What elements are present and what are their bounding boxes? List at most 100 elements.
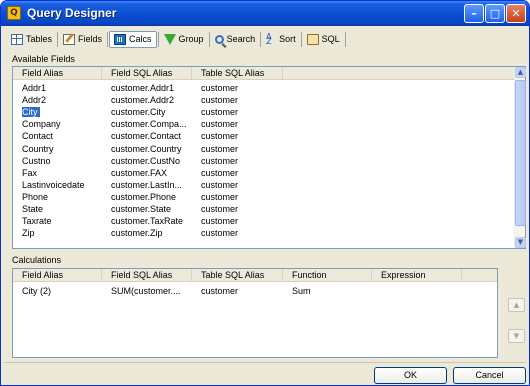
search-icon xyxy=(214,34,224,44)
table-row[interactable]: Country customer.Country customer xyxy=(13,143,525,155)
cell-text: Addr1 xyxy=(22,83,47,93)
field-sql-alias-cell: customer.Zip xyxy=(111,227,197,239)
toolbar-separator xyxy=(57,31,59,47)
cell-text: customer.Addr2 xyxy=(111,95,175,106)
tables-tab-label: Tables xyxy=(26,34,53,44)
table-row[interactable]: Addr2 customer.Addr2 customer xyxy=(13,94,525,106)
scroll-down-button[interactable]: ▼ xyxy=(515,237,526,248)
group-tab[interactable]: Group xyxy=(160,31,208,48)
field-alias-cell: Custno xyxy=(22,155,108,167)
fields-tab[interactable]: Fields xyxy=(59,31,106,48)
field-alias-cell: Zip xyxy=(22,227,108,239)
fields-icon xyxy=(63,33,76,45)
close-button[interactable]: ✕ xyxy=(506,4,526,23)
vertical-scrollbar[interactable]: ▲ ▼ xyxy=(514,67,526,248)
move-down-button[interactable]: ▼ xyxy=(508,329,525,343)
calculations-label: Calculations xyxy=(12,255,62,265)
table-sql-alias-cell: customer xyxy=(201,155,281,167)
table-sql-alias-cell: customer xyxy=(201,215,281,227)
column-header-field-sql-alias[interactable]: Field SQL Alias xyxy=(102,67,192,80)
field-alias-cell: State xyxy=(22,203,108,215)
field-sql-alias-cell: customer.CustNo xyxy=(111,155,197,167)
column-header-table-sql-alias[interactable]: Table SQL Alias xyxy=(192,269,283,282)
cell-text: customer.Addr1 xyxy=(111,83,175,93)
field-alias-cell: Phone xyxy=(22,191,108,203)
cell-text: customer.FAX xyxy=(111,167,168,178)
table-row[interactable]: Lastinvoicedate customer.LastIn... custome… xyxy=(13,179,525,191)
cell-text: Contact xyxy=(22,131,54,142)
cell-text: customer xyxy=(201,228,239,239)
table-row[interactable]: Phone customer.Phone customer xyxy=(13,191,525,203)
table-sql-alias-cell: customer xyxy=(201,191,281,203)
field-sql-alias-cell: customer.State xyxy=(111,203,197,215)
table-row[interactable]: Contact customer.Contact customer xyxy=(13,130,525,142)
table-row[interactable]: Fax customer.FAX customer xyxy=(13,167,525,179)
cancel-button[interactable]: Cancel xyxy=(453,367,526,384)
column-header-field-sql-alias[interactable]: Field SQL Alias xyxy=(102,269,192,282)
move-up-button[interactable]: ▲ xyxy=(508,298,525,312)
sort-tab[interactable]: AZ Sort xyxy=(262,31,300,48)
table-row[interactable]: Addr1 customer.Addr1 customer xyxy=(13,82,525,94)
fields-tab-label: Fields xyxy=(78,34,103,44)
field-sql-alias-cell: customer.Country xyxy=(111,143,197,155)
column-header-table-sql-alias[interactable]: Table SQL Alias xyxy=(192,67,283,80)
sql-tab-label: SQL xyxy=(321,34,340,44)
cell-text: Custno xyxy=(22,155,51,166)
field-alias-cell: City xyxy=(22,106,108,118)
maximize-button[interactable]: □ xyxy=(485,4,505,23)
table-sql-alias-cell: customer xyxy=(201,130,281,142)
cell-text: Company xyxy=(22,119,61,130)
cell-text: customer.Phone xyxy=(111,191,177,202)
table-row-selected[interactable]: City customer.City customer xyxy=(13,106,525,118)
ok-button[interactable]: OK xyxy=(374,367,447,384)
field-sql-alias-cell: customer.LastIn... xyxy=(111,179,197,191)
cell-text: Taxrate xyxy=(22,216,52,227)
column-header-expression[interactable]: Expression xyxy=(372,269,462,282)
cell-text: customer xyxy=(201,155,239,166)
cell-text: State xyxy=(22,204,44,214)
calculator-icon xyxy=(114,33,127,45)
table-icon xyxy=(11,33,23,45)
cell-text: customer xyxy=(201,83,239,93)
available-fields-grid[interactable]: Field Alias Field SQL Alias Table SQL Al… xyxy=(12,66,526,249)
scrollbar-thumb[interactable] xyxy=(515,80,526,226)
field-sql-alias-cell: customer.Addr2 xyxy=(111,94,197,106)
calculations-grid[interactable]: Field Alias Field SQL Alias Table SQL Al… xyxy=(12,268,498,358)
field-alias-cell: Lastinvoicedate xyxy=(22,179,108,191)
funnel-icon xyxy=(163,33,176,45)
cell-text: customer xyxy=(201,95,239,106)
table-row[interactable]: Taxrate customer.TaxRate customer xyxy=(13,215,525,227)
toolbar-separator xyxy=(208,31,210,47)
field-alias-cell: Addr2 xyxy=(22,94,108,106)
query-designer-window: Q Query Designer – □ ✕ Tables Fields Cal… xyxy=(0,0,530,386)
scroll-up-button[interactable]: ▲ xyxy=(515,67,526,78)
sort-tab-label: Sort xyxy=(279,34,296,44)
tables-tab[interactable]: Tables xyxy=(7,31,56,48)
table-row[interactable]: Custno customer.CustNo customer xyxy=(13,155,525,167)
field-sql-alias-cell: SUM(customer.... xyxy=(111,286,181,296)
field-alias-cell: City (2) xyxy=(22,286,51,296)
minimize-button[interactable]: – xyxy=(464,4,484,23)
cell-text: customer xyxy=(201,107,239,118)
column-header-function[interactable]: Function xyxy=(283,269,372,282)
app-icon: Q xyxy=(7,6,21,20)
toolbar: Tables Fields Calcs Group Search AZ Sort xyxy=(4,29,526,49)
close-icon: ✕ xyxy=(511,7,521,20)
column-header-field-alias[interactable]: Field Alias xyxy=(13,67,102,80)
table-row[interactable]: Zip customer.Zip customer xyxy=(13,227,525,239)
sql-tab[interactable]: SQL xyxy=(303,31,344,48)
title-bar[interactable]: Q Query Designer – □ ✕ xyxy=(1,1,529,26)
column-header-field-alias[interactable]: Field Alias xyxy=(13,269,102,282)
minimize-icon: – xyxy=(471,7,477,20)
cell-text: customer.City xyxy=(111,107,166,118)
search-tab[interactable]: Search xyxy=(211,31,260,48)
calcs-tab[interactable]: Calcs xyxy=(109,30,157,48)
table-row[interactable]: City (2) SUM(customer.... customer Sum xyxy=(13,285,497,297)
available-fields-header: Field Alias Field SQL Alias Table SQL Al… xyxy=(13,67,525,80)
cell-text: City xyxy=(22,107,40,118)
function-cell: Sum xyxy=(292,286,311,296)
cell-text: customer.State xyxy=(111,204,172,214)
field-sql-alias-cell: customer.Phone xyxy=(111,191,197,203)
table-row[interactable]: Company customer.Compa... customer xyxy=(13,118,525,130)
table-row[interactable]: State customer.State customer xyxy=(13,203,525,215)
